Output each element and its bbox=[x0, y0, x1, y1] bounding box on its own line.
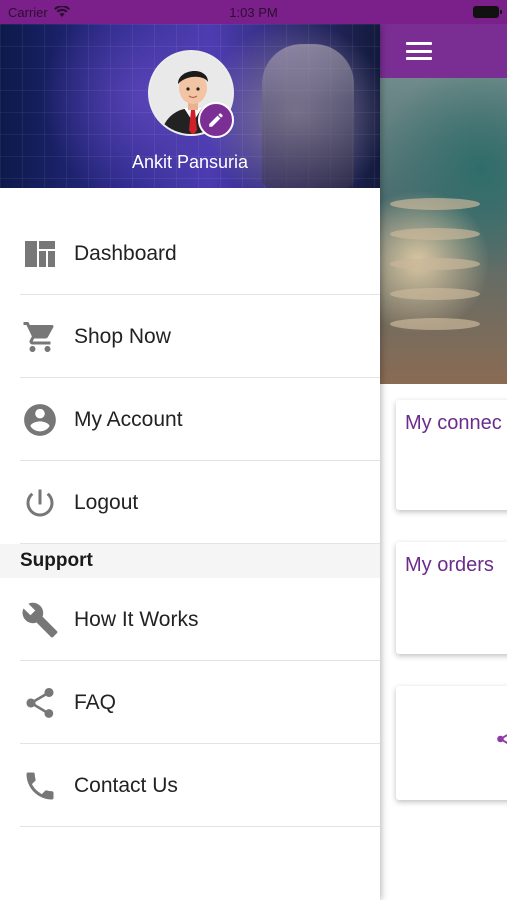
main-app-bar bbox=[380, 24, 507, 78]
wifi-icon bbox=[53, 6, 70, 17]
account-circle-icon bbox=[20, 400, 60, 440]
status-bar: Carrier 1:03 PM bbox=[0, 0, 507, 24]
my-connections-card[interactable]: My connec bbox=[396, 400, 507, 510]
menu-item-shop-now[interactable]: Shop Now bbox=[0, 295, 380, 378]
my-orders-card[interactable]: My orders bbox=[396, 542, 507, 654]
battery-icon bbox=[473, 6, 502, 18]
menu-item-my-account[interactable]: My Account bbox=[0, 378, 380, 461]
menu-label-how-it-works: How It Works bbox=[74, 607, 199, 631]
share-icon bbox=[20, 683, 60, 723]
menu-label-contact-us: Contact Us bbox=[74, 773, 178, 797]
banner-image bbox=[380, 78, 507, 384]
support-section-header: Support bbox=[0, 544, 380, 578]
wrench-icon bbox=[20, 600, 60, 640]
share-icon bbox=[497, 734, 507, 744]
cart-icon bbox=[20, 317, 60, 357]
user-name: Ankit Pansuria bbox=[131, 152, 249, 172]
edit-avatar-button[interactable] bbox=[198, 102, 234, 138]
main-screen: My connec My orders bbox=[380, 24, 507, 900]
drawer-header: Ankit Pansuria bbox=[0, 24, 380, 188]
menu-label-dashboard: Dashboard bbox=[74, 241, 177, 265]
menu-label-my-account: My Account bbox=[74, 407, 183, 431]
menu-label-shop-now: Shop Now bbox=[74, 324, 171, 348]
navigation-drawer: Ankit Pansuria Dashboard Shop Now My Acc… bbox=[0, 24, 380, 900]
status-time: 1:03 PM bbox=[229, 4, 278, 20]
menu-item-dashboard[interactable]: Dashboard bbox=[0, 212, 380, 295]
menu-item-contact-us[interactable]: Contact Us bbox=[0, 744, 380, 827]
menu-item-faq[interactable]: FAQ bbox=[0, 661, 380, 744]
menu-label-logout: Logout bbox=[74, 490, 139, 514]
carrier-label: Carrier bbox=[8, 4, 48, 20]
my-orders-label: My orders bbox=[405, 554, 494, 576]
share-card[interactable] bbox=[396, 686, 507, 800]
pencil-icon bbox=[209, 113, 223, 127]
power-icon bbox=[20, 483, 60, 523]
phone-icon bbox=[20, 766, 60, 806]
menu-item-how-it-works[interactable]: How It Works bbox=[0, 578, 380, 661]
hamburger-menu-icon[interactable] bbox=[406, 42, 432, 60]
menu-item-logout[interactable]: Logout bbox=[0, 461, 380, 544]
menu-label-faq: FAQ bbox=[74, 690, 117, 714]
status-left: Carrier bbox=[8, 5, 70, 20]
drawer-menu: Dashboard Shop Now My Account Logout Sup… bbox=[0, 188, 380, 827]
my-connections-label: My connec bbox=[405, 412, 502, 434]
dashboard-icon bbox=[20, 234, 60, 274]
